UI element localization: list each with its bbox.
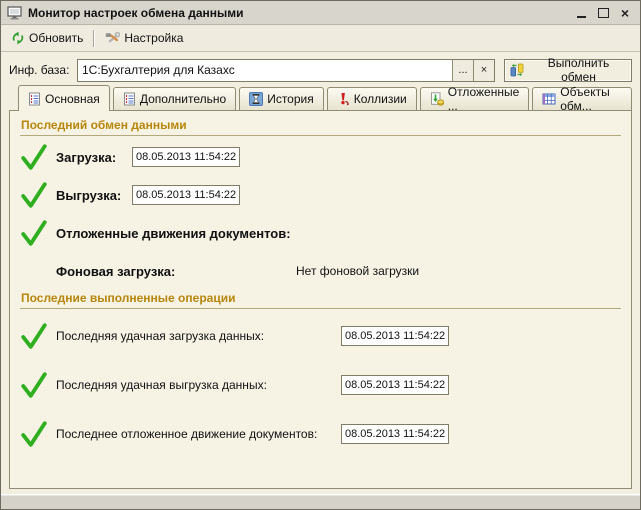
- collision-icon: [337, 92, 350, 106]
- window-controls: ×: [574, 6, 634, 20]
- tab-exchange-objects[interactable]: Объекты обм...: [532, 87, 632, 110]
- success-check-icon: [20, 420, 48, 448]
- success-check-icon: [20, 219, 48, 247]
- app-window: Монитор настроек обмена данными × Обнови…: [0, 0, 641, 510]
- row-last-successful-load: Последняя удачная загрузка данных:: [20, 311, 621, 360]
- last-successful-load-label: Последняя удачная загрузка данных:: [56, 329, 341, 343]
- unload-label: Выгрузка:: [56, 188, 132, 203]
- background-load-value: Нет фоновой загрузки: [296, 264, 419, 278]
- success-check-icon: [20, 181, 48, 209]
- tab-main-label: Основная: [45, 92, 100, 106]
- infobase-input[interactable]: [78, 60, 452, 81]
- tab-collisions-label: Коллизии: [354, 92, 407, 106]
- tab-history[interactable]: История: [239, 87, 324, 110]
- maximize-icon: [598, 8, 609, 18]
- minimize-icon: [577, 16, 586, 18]
- section-title-last-operations: Последние выполненные операции: [20, 290, 621, 309]
- window-title: Монитор настроек обмена данными: [28, 6, 568, 20]
- browse-button[interactable]: ...: [452, 60, 473, 81]
- background-load-label: Фоновая загрузка:: [56, 264, 296, 279]
- refresh-label: Обновить: [29, 31, 83, 45]
- row-last-deferred-movement: Последнее отложенное движение документов…: [20, 409, 621, 458]
- settings-label: Настройка: [124, 31, 183, 45]
- row-last-successful-unload: Последняя удачная выгрузка данных:: [20, 360, 621, 409]
- last-deferred-movement-label: Последнее отложенное движение документов…: [56, 427, 341, 441]
- toolbar-separator: [93, 30, 95, 47]
- unload-datetime-field[interactable]: [132, 185, 240, 205]
- tools-icon: [105, 31, 120, 45]
- tab-panel-main: Последний обмен данными Загрузка: Выгруз…: [9, 110, 632, 489]
- tab-exchange-objects-label: Объекты обм...: [560, 85, 622, 113]
- infobase-label: Инф. база:: [9, 63, 77, 77]
- last-successful-load-field[interactable]: [341, 326, 449, 346]
- exchange-objects-icon: [542, 92, 556, 106]
- title-bar: Монитор настроек обмена данными ×: [1, 1, 640, 24]
- row-unload: Выгрузка:: [20, 176, 621, 214]
- tab-main[interactable]: Основная: [18, 85, 110, 111]
- last-deferred-movement-field[interactable]: [341, 424, 449, 444]
- last-successful-unload-label: Последняя удачная выгрузка данных:: [56, 378, 341, 392]
- execute-exchange-button[interactable]: Выполнить обмен: [504, 59, 632, 82]
- success-check-icon: [20, 371, 48, 399]
- settings-button[interactable]: Настройка: [99, 28, 189, 48]
- last-successful-unload-field[interactable]: [341, 375, 449, 395]
- deferred-movements-label: Отложенные движения документов:: [56, 226, 291, 241]
- history-icon: [249, 92, 263, 106]
- close-icon: ×: [621, 7, 629, 20]
- row-deferred-movements: Отложенные движения документов:: [20, 214, 621, 252]
- execute-exchange-label: Выполнить обмен: [530, 56, 627, 84]
- form-icon: [123, 92, 136, 106]
- status-bar: [1, 494, 640, 509]
- monitor-icon: [7, 6, 22, 20]
- toolbar: Обновить Настройка: [1, 24, 640, 52]
- infobase-row: Инф. база: ... × Выполнить о: [9, 57, 632, 83]
- infobase-field: ... ×: [77, 59, 495, 82]
- tab-deferred-label: Отложенные ...: [448, 85, 520, 113]
- section-title-last-exchange: Последний обмен данными: [20, 117, 621, 136]
- tab-additional-label: Дополнительно: [140, 92, 226, 106]
- minimize-button[interactable]: [574, 6, 588, 20]
- form-icon: [28, 92, 41, 106]
- tab-collisions[interactable]: Коллизии: [327, 87, 417, 110]
- tab-deferred[interactable]: Отложенные ...: [420, 87, 530, 110]
- tab-history-label: История: [267, 92, 314, 106]
- load-datetime-field[interactable]: [132, 147, 240, 167]
- load-label: Загрузка:: [56, 150, 132, 165]
- close-button[interactable]: ×: [618, 6, 632, 20]
- success-check-icon: [20, 322, 48, 350]
- deferred-icon: [430, 92, 444, 106]
- clear-button[interactable]: ×: [473, 60, 494, 81]
- refresh-icon: [11, 31, 25, 45]
- success-check-icon: [20, 143, 48, 171]
- maximize-button[interactable]: [596, 6, 610, 20]
- refresh-button[interactable]: Обновить: [5, 28, 89, 48]
- tab-bar: Основная Дополнительно: [9, 83, 632, 110]
- row-background-load: Фоновая загрузка: Нет фоновой загрузки: [20, 252, 621, 290]
- row-load: Загрузка:: [20, 138, 621, 176]
- main-area: Инф. база: ... × Выполнить о: [1, 52, 640, 494]
- exchange-icon: [509, 62, 525, 78]
- tab-additional[interactable]: Дополнительно: [113, 87, 236, 110]
